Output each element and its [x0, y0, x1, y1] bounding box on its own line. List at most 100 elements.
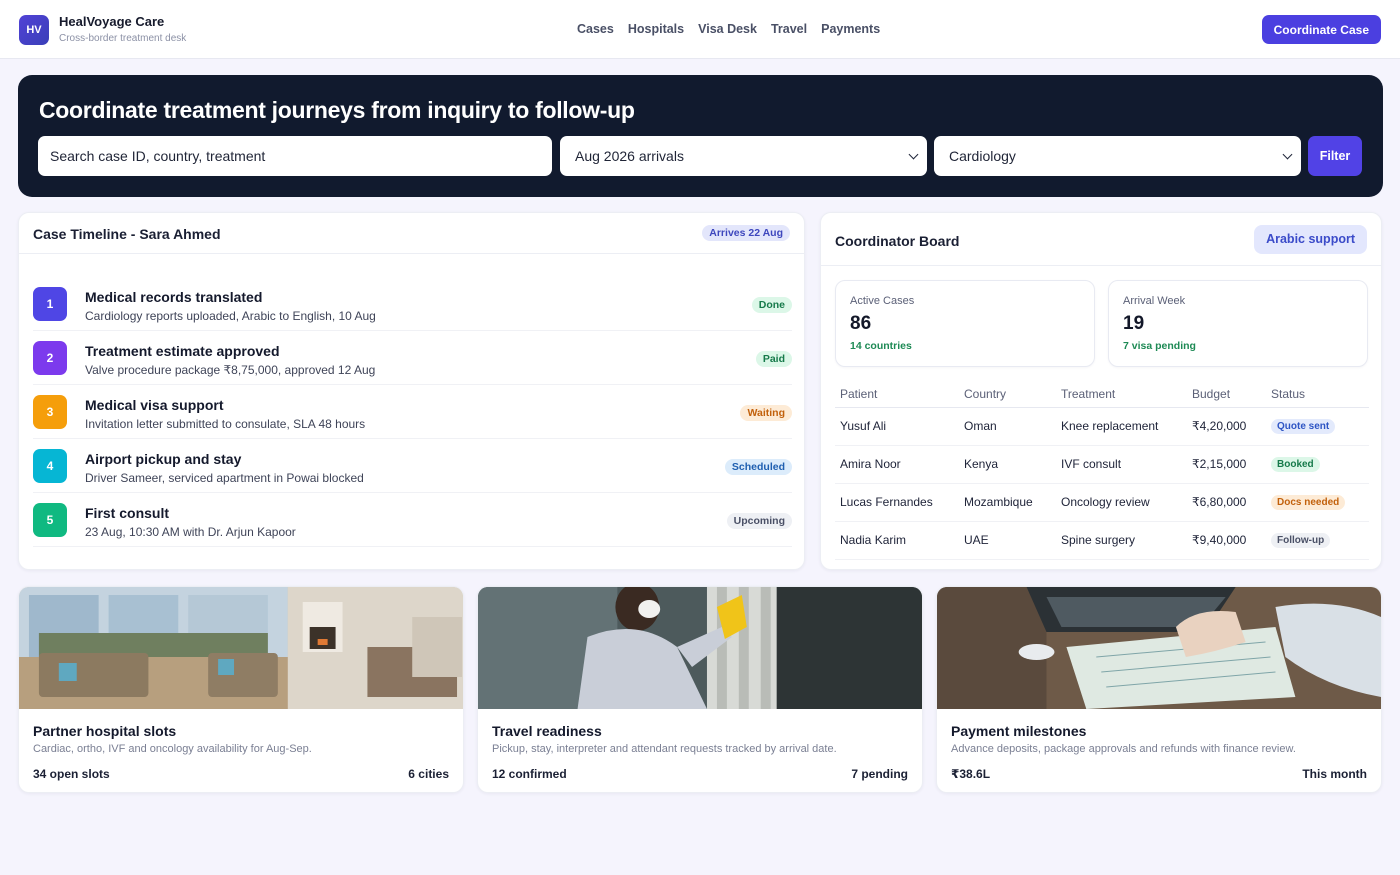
chevron-down-icon [908, 149, 919, 160]
nav-cases[interactable]: Cases [577, 22, 614, 36]
col-status: Status [1266, 381, 1369, 408]
cell-patient: Yusuf Ali [835, 407, 959, 446]
timeline-item[interactable]: 3 Medical visa support Invitation letter s… [33, 385, 792, 439]
brand-name: HealVoyage Care [59, 14, 165, 29]
search-input[interactable]: Search case ID, country, treatment [38, 136, 552, 176]
status-badge: Booked [1271, 457, 1320, 472]
main-nav: Cases Hospitals Visa Desk Travel Payment… [577, 22, 880, 36]
stat-value: 19 [1123, 313, 1145, 334]
hero-search-panel: Coordinate treatment journeys from inqui… [18, 75, 1383, 197]
brand[interactable]: HV HealVoyage Care Cross-border treatmen… [19, 14, 186, 46]
brand-logo: HV [19, 15, 49, 45]
stat-card-active-cases: Active Cases 86 14 countries [835, 280, 1095, 367]
cell-patient: Nadia Karim [835, 521, 959, 560]
coordinator-board-panel: Coordinator Board Arabic support Active … [820, 212, 1382, 570]
card-description: Advance deposits, package approvals and … [951, 743, 1296, 755]
cleaning-staff-image [478, 587, 922, 709]
col-budget: Budget [1187, 381, 1266, 408]
specialty-value: Cardiology [949, 148, 1016, 164]
step-description: Driver Sameer, serviced apartment in Pow… [85, 471, 364, 485]
case-table: Patient Country Treatment Budget Status … [835, 381, 1369, 560]
case-timeline-panel: Case Timeline - Sara Ahmed Arrives 22 Au… [18, 212, 805, 570]
step-description: Invitation letter submitted to consulate… [85, 417, 366, 431]
chevron-down-icon [1282, 149, 1293, 160]
nav-payments[interactable]: Payments [821, 22, 880, 36]
step-number: 2 [33, 341, 67, 375]
cell-country: UAE [959, 521, 1056, 560]
card-partner-hospital-slots[interactable]: Partner hospital slots Cardiac, ortho, I… [18, 586, 464, 793]
coordinate-case-button[interactable]: Coordinate Case [1261, 15, 1381, 44]
step-number: 1 [33, 287, 67, 321]
cell-budget: ₹4,20,000 [1187, 407, 1266, 446]
stat-label: Arrival Week [1123, 295, 1186, 307]
arrival-month-select[interactable]: Aug 2026 arrivals [560, 136, 927, 176]
card-secondary-metric: This month [1302, 767, 1367, 781]
hotel-room-image [19, 587, 463, 709]
step-title: Medical visa support [85, 397, 224, 413]
timeline-item[interactable]: 5 First consult 23 Aug, 10:30 AM with Dr. … [33, 493, 792, 547]
status-badge: Docs needed [1271, 495, 1346, 510]
nav-hospitals[interactable]: Hospitals [628, 22, 684, 36]
status-badge: Follow-up [1271, 533, 1331, 548]
stat-subtext: 14 countries [850, 340, 912, 352]
card-title: Payment milestones [951, 723, 1087, 739]
cell-patient: Lucas Fernandes [835, 483, 959, 522]
cell-budget: ₹9,40,000 [1187, 521, 1266, 560]
table-row[interactable]: Amira Noor Kenya IVF consult ₹2,15,000 Booke… [835, 445, 1369, 484]
card-payment-milestones[interactable]: Payment milestones Advance deposits, pac… [936, 586, 1382, 793]
stat-label: Active Cases [850, 295, 915, 307]
card-travel-readiness[interactable]: Travel readiness Pickup, stay, interpret… [477, 586, 923, 793]
timeline-item[interactable]: 4 Airport pickup and stay Driver Sameer, s… [33, 439, 792, 493]
table-row[interactable]: Nadia Karim UAE Spine surgery ₹9,40,000 Foll… [835, 521, 1369, 560]
board-title: Coordinator Board [835, 233, 960, 249]
card-description: Cardiac, ortho, IVF and oncology availab… [33, 743, 312, 755]
col-patient: Patient [835, 381, 959, 408]
step-number: 3 [33, 395, 67, 429]
timeline-title: Case Timeline - Sara Ahmed [33, 226, 221, 242]
step-title: Treatment estimate approved [85, 343, 280, 359]
nav-travel[interactable]: Travel [771, 22, 807, 36]
step-title: First consult [85, 505, 170, 521]
timeline-item[interactable]: 2 Treatment estimate approved Valve proced… [33, 331, 792, 385]
nav-visa-desk[interactable]: Visa Desk [698, 22, 757, 36]
status-badge: Quote sent [1271, 419, 1336, 434]
timeline-header: Case Timeline - Sara Ahmed Arrives 22 Au… [19, 213, 804, 254]
col-treatment: Treatment [1056, 381, 1187, 408]
cell-status: Booked [1266, 445, 1369, 484]
cell-patient: Amira Noor [835, 445, 959, 484]
timeline-item[interactable]: 1 Medical records translated Cardiology re… [33, 277, 792, 331]
cell-country: Oman [959, 407, 1056, 446]
cell-status: Follow-up [1266, 521, 1369, 560]
board-header: Coordinator Board Arabic support [821, 213, 1381, 266]
table-header-row: Patient Country Treatment Budget Status [835, 381, 1369, 408]
card-primary-metric: 12 confirmed [492, 767, 567, 781]
step-description: Cardiology reports uploaded, Arabic to E… [85, 309, 376, 323]
card-title: Travel readiness [492, 723, 602, 739]
step-status-badge: Done [751, 297, 792, 313]
arrival-month-value: Aug 2026 arrivals [575, 148, 684, 164]
arrival-badge: Arrives 22 Aug [702, 225, 790, 241]
col-country: Country [959, 381, 1056, 408]
cell-budget: ₹6,80,000 [1187, 483, 1266, 522]
table-row[interactable]: Lucas Fernandes Mozambique Oncology review… [835, 483, 1369, 522]
cell-country: Mozambique [959, 483, 1056, 522]
cell-treatment: IVF consult [1056, 445, 1187, 484]
card-secondary-metric: 6 cities [408, 767, 449, 781]
filter-button[interactable]: Filter [1308, 136, 1362, 176]
top-bar: HV HealVoyage Care Cross-border treatmen… [0, 0, 1400, 59]
hero-title: Coordinate treatment journeys from inqui… [39, 97, 635, 123]
card-primary-metric: ₹38.6L [951, 767, 991, 781]
specialty-select[interactable]: Cardiology [934, 136, 1301, 176]
step-description: 23 Aug, 10:30 AM with Dr. Arjun Kapoor [85, 525, 296, 539]
step-number: 4 [33, 449, 67, 483]
stat-value: 86 [850, 313, 872, 334]
cell-treatment: Oncology review [1056, 483, 1187, 522]
step-title: Medical records translated [85, 289, 263, 305]
table-row[interactable]: Yusuf Ali Oman Knee replacement ₹4,20,000 Qu… [835, 407, 1369, 446]
step-number: 5 [33, 503, 67, 537]
step-status-badge: Waiting [740, 405, 792, 421]
search-placeholder: Search case ID, country, treatment [50, 148, 266, 164]
language-support-button[interactable]: Arabic support [1254, 225, 1367, 254]
step-description: Valve procedure package ₹8,75,000, appro… [85, 363, 376, 377]
cell-country: Kenya [959, 445, 1056, 484]
